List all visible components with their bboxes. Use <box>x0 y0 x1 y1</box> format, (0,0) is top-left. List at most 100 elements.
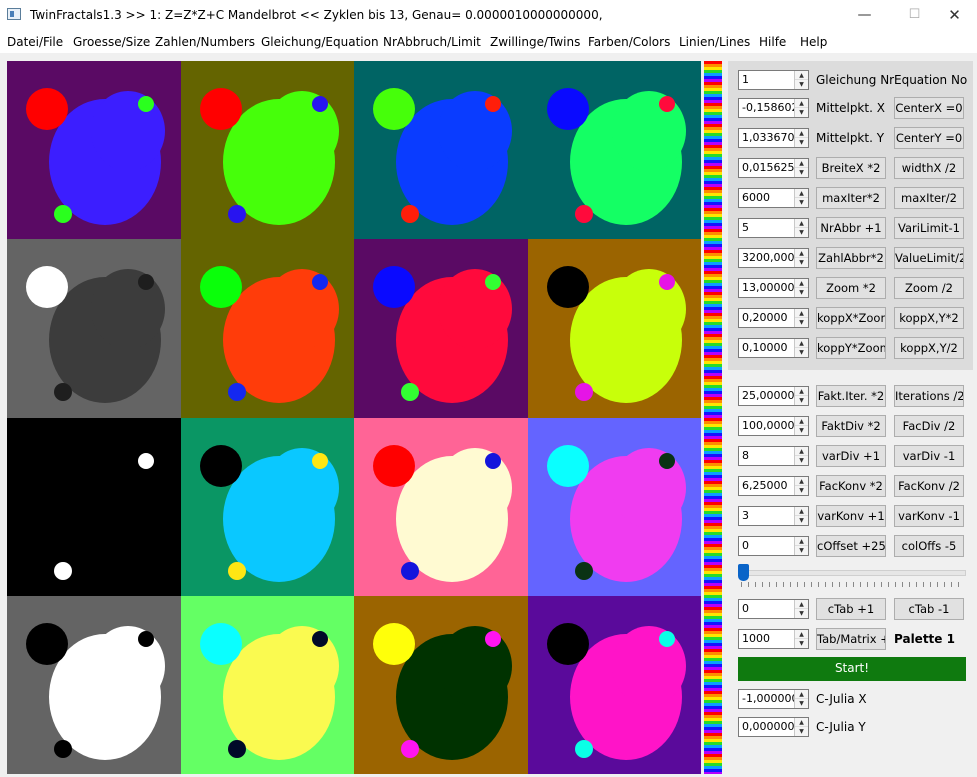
spin-arrows[interactable]: ▲ ▼ <box>794 99 808 117</box>
center-reset-button[interactable]: CenterY =0 <box>894 127 964 149</box>
menu-help[interactable]: Help <box>800 35 827 49</box>
spin-down-icon[interactable]: ▼ <box>795 486 808 495</box>
spin-up-icon[interactable]: ▲ <box>795 219 808 228</box>
panel-divide-button[interactable]: koppX,Y*2 <box>894 307 964 329</box>
spin-up-icon[interactable]: ▲ <box>795 71 808 80</box>
spin-down-icon[interactable]: ▼ <box>795 727 808 736</box>
spin-arrows[interactable]: ▲ ▼ <box>794 129 808 147</box>
control-decrease-button[interactable]: colOffs -5 <box>894 535 964 557</box>
spin-arrows[interactable]: ▲ ▼ <box>794 339 808 357</box>
spin-up-icon[interactable]: ▲ <box>795 99 808 108</box>
spin-arrows[interactable]: ▲ ▼ <box>794 249 808 267</box>
spin-arrows[interactable]: ▲ ▼ <box>794 309 808 327</box>
panel-divide-button[interactable]: VariLimit-1 <box>894 217 964 239</box>
spin-up-icon[interactable]: ▲ <box>795 477 808 486</box>
spin-value[interactable]: -1,000000( <box>742 692 795 705</box>
control-decrease-button[interactable]: FacKonv /2 <box>894 475 964 497</box>
spin-arrows[interactable]: ▲ ▼ <box>794 447 808 465</box>
panel-divide-button[interactable]: ValueLimit/2 <box>894 247 964 269</box>
panel-value-input[interactable]: 3200,0000▲▼ <box>738 248 809 268</box>
spin-up-icon[interactable]: ▲ <box>795 189 808 198</box>
spin-value[interactable]: 13,000000 <box>742 281 795 294</box>
spin-up-icon[interactable]: ▲ <box>795 600 808 609</box>
spin-arrows[interactable]: ▲ ▼ <box>794 219 808 237</box>
spin-up-icon[interactable]: ▲ <box>795 690 808 699</box>
menu-datei[interactable]: Datei/File <box>7 35 63 49</box>
panel-multiply-button[interactable]: BreiteX *2 <box>816 157 886 179</box>
tab-matrix-button[interactable]: Tab/Matrix + <box>816 628 886 650</box>
panel-multiply-button[interactable]: koppX*Zoom <box>816 307 886 329</box>
menu-groesse[interactable]: Groesse/Size <box>73 35 150 49</box>
control-value-input[interactable]: 3 ▲ ▼ <box>738 506 809 526</box>
panel-value-input[interactable]: 0,0156250▲▼ <box>738 158 809 178</box>
panel-multiply-button[interactable]: koppY*Zoom <box>816 337 886 359</box>
spin-down-icon[interactable]: ▼ <box>795 348 808 357</box>
ctab-input[interactable]: 0 ▲ ▼ <box>738 599 809 619</box>
spin-value[interactable]: 3 <box>742 509 795 522</box>
panel-divide-button[interactable]: maxIter/2 <box>894 187 964 209</box>
panel-value-input[interactable]: 6000 ▲ ▼ <box>738 188 809 208</box>
control-decrease-button[interactable]: FacDiv /2 <box>894 415 964 437</box>
spin-value[interactable]: 6,25000 <box>742 479 795 492</box>
control-value-input[interactable]: 8 ▲ ▼ <box>738 446 809 466</box>
spin-up-icon[interactable]: ▲ <box>795 339 808 348</box>
spin-arrows[interactable]: ▲ ▼ <box>794 159 808 177</box>
control-increase-button[interactable]: varKonv +1 <box>816 505 886 527</box>
spin-value[interactable]: 1,0336700 <box>742 131 795 144</box>
start-button[interactable]: Start! <box>738 657 966 681</box>
spin-down-icon[interactable]: ▼ <box>795 168 808 177</box>
control-value-input[interactable]: 100,00000▲▼ <box>738 416 809 436</box>
julia-x-input[interactable]: -1,000000(▲▼ <box>738 689 809 709</box>
control-value-input[interactable]: 6,25000 ▲ ▼ <box>738 476 809 496</box>
matrix-input[interactable]: 1000 ▲ ▼ <box>738 629 809 649</box>
control-increase-button[interactable]: varDiv +1 <box>816 445 886 467</box>
spin-value[interactable]: 0,20000 <box>742 311 795 324</box>
spin-arrows[interactable]: ▲ ▼ <box>794 279 808 297</box>
spin-up-icon[interactable]: ▲ <box>795 630 808 639</box>
spin-arrows[interactable]: ▲ ▼ <box>794 417 808 435</box>
spin-arrows[interactable]: ▲ ▼ <box>794 600 808 618</box>
spin-down-icon[interactable]: ▼ <box>795 639 808 648</box>
julia-y-input[interactable]: 0,0000000(▲▼ <box>738 717 809 737</box>
spin-arrows[interactable]: ▲ ▼ <box>794 718 808 736</box>
spin-down-icon[interactable]: ▼ <box>795 108 808 117</box>
spin-up-icon[interactable]: ▲ <box>795 249 808 258</box>
spin-value[interactable]: 6000 <box>742 191 795 204</box>
control-value-input[interactable]: 25,00000 ▲ ▼ <box>738 386 809 406</box>
spin-value[interactable]: 25,00000 <box>742 389 795 402</box>
spin-down-icon[interactable]: ▼ <box>795 396 808 405</box>
spin-up-icon[interactable]: ▲ <box>795 387 808 396</box>
spin-up-icon[interactable]: ▲ <box>795 447 808 456</box>
control-increase-button[interactable]: FacKonv *2 <box>816 475 886 497</box>
spin-down-icon[interactable]: ▼ <box>795 228 808 237</box>
center-reset-button[interactable]: CenterX =0 <box>894 97 964 119</box>
spin-down-icon[interactable]: ▼ <box>795 546 808 555</box>
spin-up-icon[interactable]: ▲ <box>795 129 808 138</box>
spin-arrows[interactable]: ▲ ▼ <box>794 630 808 648</box>
spin-value[interactable]: 100,00000 <box>742 419 795 432</box>
spin-down-icon[interactable]: ▼ <box>795 288 808 297</box>
spin-arrows[interactable]: ▲ ▼ <box>794 507 808 525</box>
menu-nrabbruch[interactable]: NrAbbruch/Limit <box>383 35 481 49</box>
spin-arrows[interactable]: ▲ ▼ <box>794 537 808 555</box>
panel-value-input[interactable]: 13,000000▲▼ <box>738 278 809 298</box>
spin-value[interactable]: 0,10000 <box>742 341 795 354</box>
spin-up-icon[interactable]: ▲ <box>795 507 808 516</box>
spin-down-icon[interactable]: ▼ <box>795 456 808 465</box>
spin-arrows[interactable]: ▲ ▼ <box>794 71 808 89</box>
menu-linien[interactable]: Linien/Lines <box>679 35 750 49</box>
control-decrease-button[interactable]: Iterations /2 <box>894 385 964 407</box>
close-button[interactable]: ✕ <box>932 0 977 31</box>
panel-multiply-button[interactable]: ZahlAbbr*2 <box>816 247 886 269</box>
spin-down-icon[interactable]: ▼ <box>795 426 808 435</box>
panel-divide-button[interactable]: Zoom /2 <box>894 277 964 299</box>
menu-farben[interactable]: Farben/Colors <box>588 35 670 49</box>
spin-value[interactable]: 3200,0000 <box>742 251 795 264</box>
control-increase-button[interactable]: Fakt.Iter. *2 <box>816 385 886 407</box>
spin-up-icon[interactable]: ▲ <box>795 279 808 288</box>
spin-value[interactable]: 0,0156250 <box>742 161 795 174</box>
spin-up-icon[interactable]: ▲ <box>795 718 808 727</box>
spin-down-icon[interactable]: ▼ <box>795 80 808 89</box>
control-increase-button[interactable]: cOffset +25 <box>816 535 886 557</box>
control-increase-button[interactable]: FaktDiv *2 <box>816 415 886 437</box>
